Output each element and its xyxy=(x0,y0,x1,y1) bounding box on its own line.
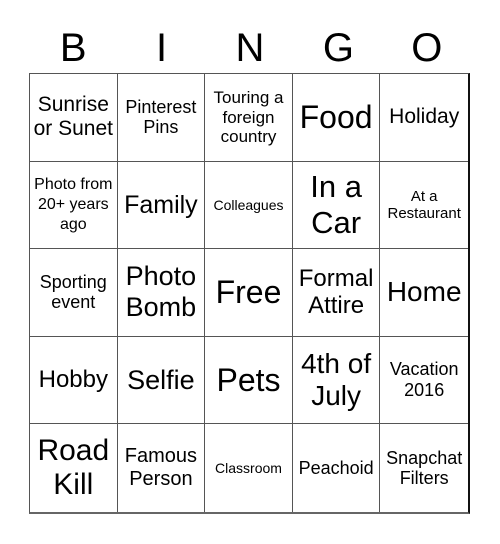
bingo-grid: Sunrise or Sunet Pinterest Pins Touring … xyxy=(29,73,470,514)
header-letter-o: O xyxy=(411,26,443,70)
bingo-cell[interactable]: Food xyxy=(292,74,381,162)
bingo-cell[interactable]: In a Car xyxy=(292,161,381,250)
bingo-cell[interactable]: At a Restaurant xyxy=(380,162,468,250)
bingo-cell[interactable]: 4th of July xyxy=(292,336,381,425)
bingo-cell[interactable]: Classroom xyxy=(205,424,293,512)
bingo-cell[interactable]: Home xyxy=(380,249,468,337)
bingo-cell[interactable]: Pets xyxy=(205,336,293,425)
bingo-cell[interactable]: Touring a foreign country xyxy=(205,74,293,162)
bingo-cell[interactable]: Holiday xyxy=(380,74,468,162)
bingo-cell[interactable]: Peachoid xyxy=(293,424,381,512)
bingo-cell[interactable]: Vacation 2016 xyxy=(380,337,468,425)
header-letter-g: G xyxy=(322,26,354,70)
bingo-cell[interactable]: Hobby xyxy=(30,336,118,425)
bingo-cell[interactable]: Formal Attire xyxy=(292,249,381,337)
bingo-cell[interactable]: Road Kill xyxy=(30,424,118,512)
header-letter-n: N xyxy=(235,26,265,70)
bingo-cell[interactable]: Selfie xyxy=(117,336,206,425)
bingo-cell[interactable]: Snapchat Filters xyxy=(380,424,468,512)
header-letter-b: B xyxy=(59,26,87,70)
bingo-cell[interactable]: Sporting event xyxy=(30,249,118,337)
bingo-cell[interactable]: Family xyxy=(117,161,206,250)
bingo-cell[interactable]: Sunrise or Sunet xyxy=(30,74,118,162)
bingo-header: B I N G O xyxy=(29,24,471,72)
bingo-cell[interactable]: Photo Bomb xyxy=(117,249,206,337)
bingo-cell[interactable]: Free xyxy=(205,249,293,337)
bingo-cell[interactable]: Famous Person xyxy=(118,424,206,512)
bingo-cell[interactable]: Colleagues xyxy=(205,161,293,250)
bingo-cell[interactable]: Pinterest Pins xyxy=(117,74,206,162)
bingo-cell[interactable]: Photo from 20+ years ago xyxy=(30,161,118,250)
header-letter-i: I xyxy=(156,26,168,70)
